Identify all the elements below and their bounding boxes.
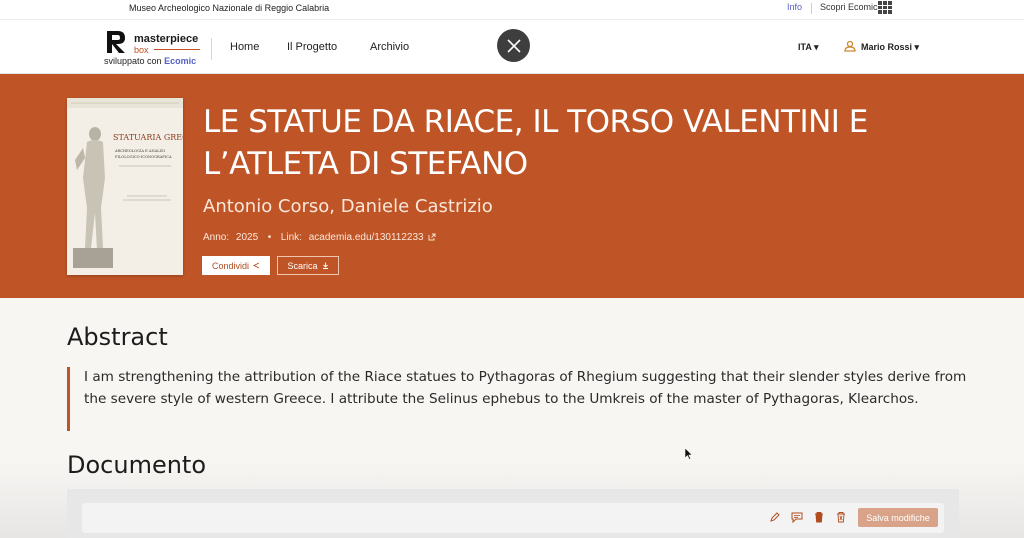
language-selector[interactable]: ITA ▾ — [798, 42, 819, 53]
link-label: Link: — [280, 232, 302, 243]
page-title: LE STATUE DA RIACE, IL TORSO VALENTINI E… — [203, 104, 868, 182]
user-icon — [844, 40, 856, 52]
pencil-icon[interactable] — [769, 511, 781, 523]
authors: Antonio Corso, Daniele Castrizio — [203, 196, 493, 217]
external-link-icon[interactable] — [428, 233, 436, 241]
abstract-quote-bar — [67, 367, 70, 431]
logo-underline — [154, 49, 200, 50]
cover-title: STATUARIA GRECA — [113, 133, 183, 142]
discover-ecomic-link[interactable]: Scopri Ecomic — [820, 2, 878, 12]
comment-icon[interactable] — [791, 511, 803, 523]
share-button[interactable]: Condividi — [202, 256, 270, 275]
meta-dot: • — [264, 232, 275, 243]
share-icon — [253, 262, 260, 269]
book-cover-image: STATUARIA GRECA ARCHEOLOGIA E ANALISI FI… — [67, 98, 183, 275]
top-divider — [811, 3, 812, 14]
document-heading: Documento — [67, 451, 207, 479]
masterpiece-logo-icon[interactable] — [104, 27, 128, 55]
museum-name: Museo Archeologico Nazionale di Reggio C… — [129, 3, 330, 13]
mouse-cursor-icon — [685, 448, 693, 460]
ecomic-brand: Ecomic — [164, 56, 197, 66]
nav-archivio[interactable]: Archivio — [370, 41, 409, 53]
user-menu[interactable]: Mario Rossi ▾ — [861, 42, 919, 53]
close-button[interactable] — [497, 29, 530, 62]
nav-home[interactable]: Home — [230, 41, 259, 53]
delete-all-icon[interactable] — [835, 511, 847, 523]
cover-subtitle-2: FILOLOGICO-ICONOGRAFICA — [115, 155, 172, 159]
publication-meta: Anno: 2025 • Link: academia.edu/13011223… — [203, 232, 436, 243]
year-value: 2025 — [235, 232, 259, 243]
logo-subtitle: sviluppato con Ecomic — [104, 56, 197, 66]
cover-subtitle-1: ARCHEOLOGIA E ANALISI — [114, 149, 165, 153]
save-changes-button[interactable]: Salva modifiche — [858, 508, 938, 527]
abstract-text: I am strengthening the attribution of th… — [84, 369, 967, 407]
logo-word-box: box — [134, 45, 149, 55]
year-label: Anno: — [203, 232, 230, 243]
apps-grid-icon[interactable] — [878, 1, 892, 14]
nav-divider — [211, 38, 212, 60]
info-link[interactable]: Info — [787, 2, 802, 12]
close-icon — [506, 38, 521, 53]
logo-word-masterpiece: masterpiece — [134, 33, 199, 45]
trash-icon[interactable] — [813, 511, 825, 523]
download-icon — [322, 262, 328, 269]
source-link[interactable]: academia.edu/130112233 — [309, 232, 424, 243]
nav-il-progetto[interactable]: Il Progetto — [287, 41, 337, 53]
download-button-label: Scarica — [287, 260, 318, 271]
share-button-label: Condividi — [211, 260, 250, 271]
abstract-heading: Abstract — [67, 323, 168, 351]
download-button[interactable]: Scarica — [277, 256, 339, 275]
